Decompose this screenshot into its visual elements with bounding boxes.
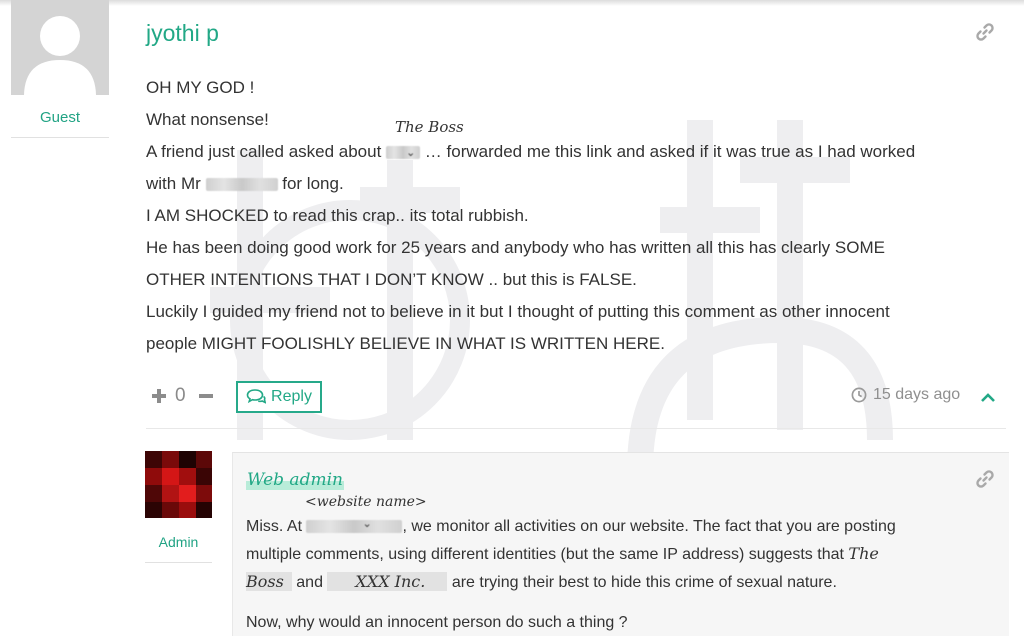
- comment-line: He has been doing good work for 25 years…: [146, 238, 885, 257]
- comment-line: A friend just called asked about ⌄ … for…: [146, 136, 986, 168]
- reply-body: Miss. At ⌄, we monitor all activities on…: [246, 513, 986, 636]
- comment-line: Luckily I guided my friend not to believ…: [146, 302, 890, 321]
- comment-text: are trying their best to hide this crime…: [451, 574, 837, 591]
- comment-text: multiple comments, using different ident…: [246, 546, 844, 563]
- comment-text: Miss. At: [246, 518, 303, 535]
- minus-icon[interactable]: [196, 386, 216, 406]
- avatar: [145, 451, 212, 518]
- role-badge-guest: Guest: [11, 101, 109, 138]
- comment-body: OH MY GOD ! What nonsense! A friend just…: [146, 72, 986, 360]
- comment-text: and: [296, 574, 323, 591]
- comment-text: for long.: [282, 174, 344, 193]
- role-badge-admin: Admin: [145, 524, 212, 563]
- comment-line: OH MY GOD !: [146, 78, 255, 97]
- comment-timestamp[interactable]: 15 days ago: [851, 386, 960, 404]
- divider: [146, 428, 1006, 429]
- comment-line: OTHER INTENTIONS THAT I DON’T KNOW .. bu…: [146, 270, 637, 289]
- comment-line: What nonsense!: [146, 110, 269, 129]
- comment-line: Now, why would an innocent person do suc…: [246, 614, 628, 631]
- comment-line: with Mr for long.: [146, 168, 986, 200]
- avatar: [11, 0, 109, 95]
- redacted-name: ⌄: [386, 146, 421, 160]
- timestamp-text: 15 days ago: [873, 386, 961, 403]
- reply-label: Reply: [271, 388, 312, 405]
- handwritten-text: The: [848, 544, 879, 563]
- reply-button[interactable]: Reply: [236, 381, 322, 413]
- plus-icon[interactable]: [149, 386, 169, 406]
- comment-author[interactable]: Web admin: [246, 470, 344, 490]
- handwritten-text: XXX Inc.: [327, 572, 448, 591]
- comment-author[interactable]: jyothi p: [146, 20, 219, 47]
- comment-line: Miss. At ⌄, we monitor all activities on…: [246, 513, 986, 540]
- annotation-website-name: <website name>: [305, 494, 427, 510]
- vote-count: 0: [175, 385, 186, 406]
- link-icon[interactable]: [975, 469, 995, 489]
- comment-line: I AM SHOCKED to read this crap.. its tot…: [146, 206, 529, 225]
- redacted-website: ⌄: [306, 518, 403, 534]
- handwritten-text: Boss: [246, 572, 292, 591]
- chevron-up-icon[interactable]: [979, 389, 997, 405]
- link-icon[interactable]: [975, 22, 995, 42]
- redacted-name: [205, 178, 278, 192]
- top-shadow: [0, 0, 1024, 6]
- comment-text: , we monitor all activities on our websi…: [402, 518, 896, 535]
- comment-text: A friend just called asked about: [146, 142, 382, 161]
- comment-line: multiple comments, using different ident…: [246, 540, 986, 568]
- comment-text: … forwarded me this link and asked if it…: [424, 142, 916, 161]
- chat-icon: [246, 389, 267, 404]
- comment-text: with Mr: [146, 174, 201, 193]
- comment-line: people MIGHT FOOLISHLY BELIEVE IN WHAT I…: [146, 334, 665, 353]
- comment-line: Boss and XXX Inc. are trying their best …: [246, 568, 986, 596]
- clock-icon: [851, 387, 867, 403]
